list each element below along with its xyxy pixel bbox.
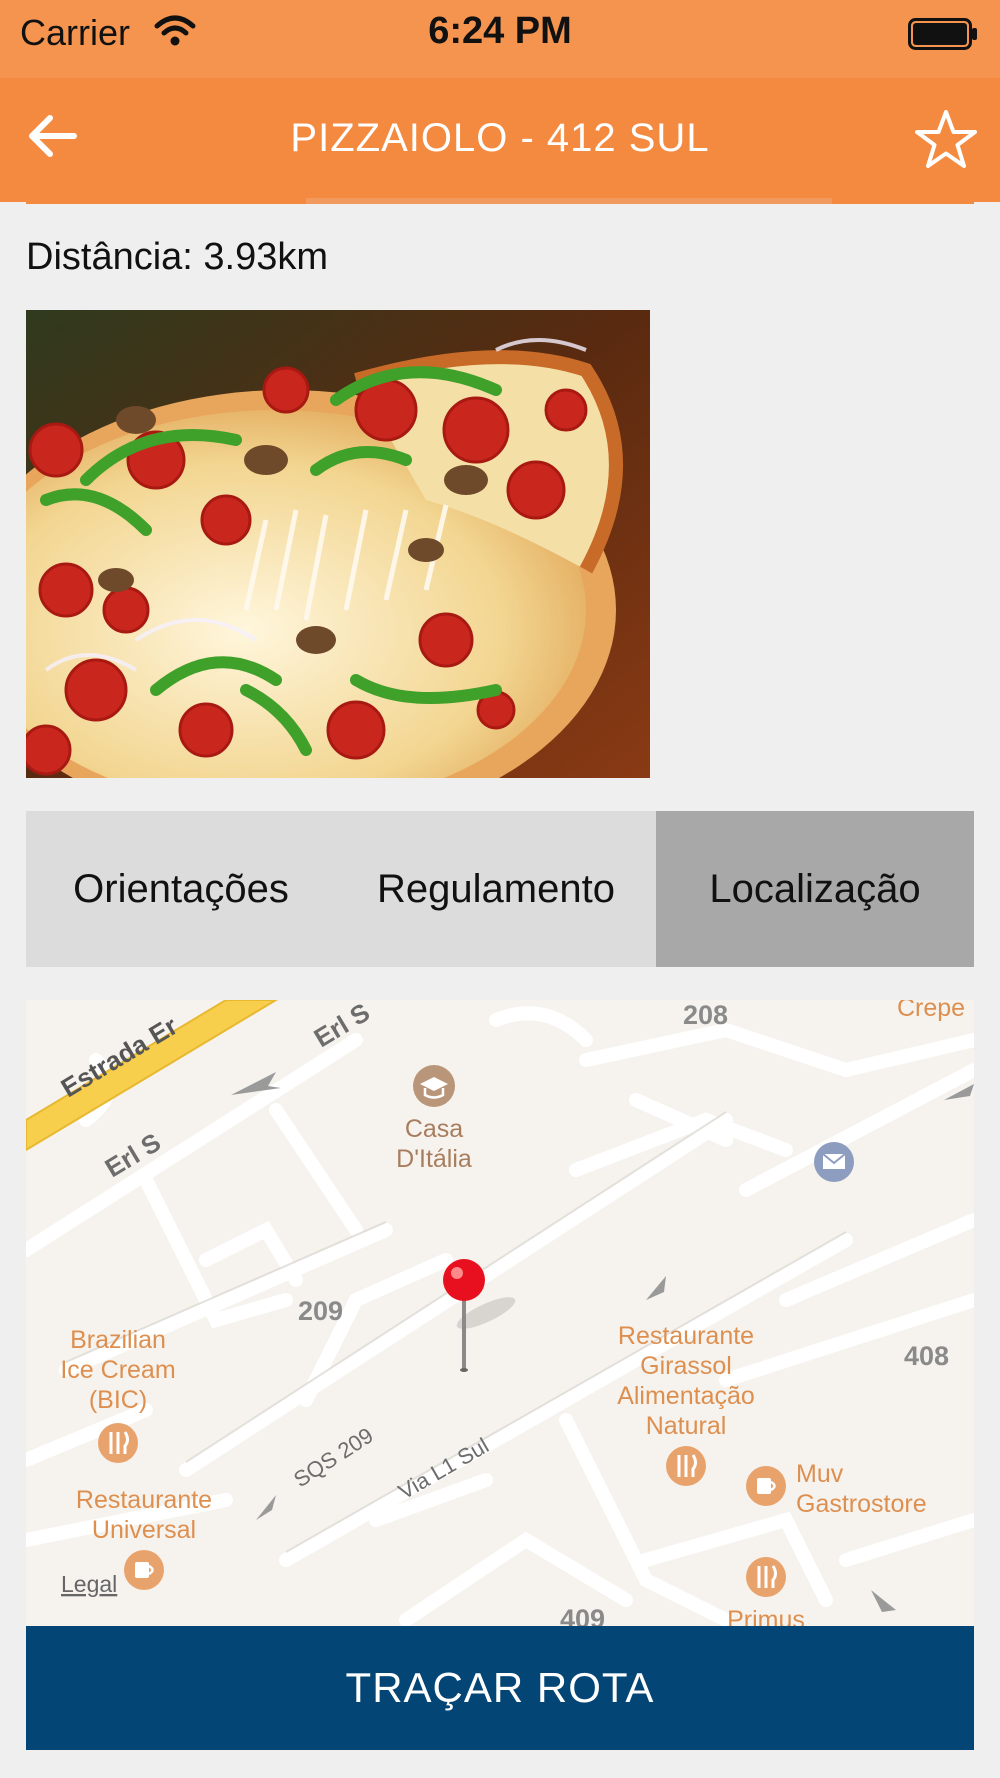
road-sqs-209: SQS 209 [289, 1423, 377, 1493]
mail-icon [814, 1142, 854, 1182]
poi-casa-line1: Casa [405, 1115, 463, 1143]
restaurant-icon [666, 1446, 706, 1486]
poi-girassol-line4: Natural [646, 1412, 727, 1440]
navigation-bar: PIZZAIOLO - 412 SUL [0, 78, 1000, 202]
poi-girassol-line1: Restaurante [618, 1322, 754, 1350]
tab-regulamento[interactable]: Regulamento [336, 811, 656, 967]
cafe-icon [124, 1550, 164, 1590]
location-pin-icon[interactable] [443, 1259, 519, 1372]
restaurant-icon [746, 1557, 786, 1597]
battery-icon [908, 18, 977, 50]
block-408: 408 [904, 1341, 949, 1371]
poi-primus: Primus [727, 1606, 805, 1626]
tab-orientacoes[interactable]: Orientações [26, 811, 336, 967]
navbar-tab-indicators [0, 198, 1000, 206]
poi-bic-line2: Ice Cream [60, 1356, 175, 1384]
poi-girassol-line3: Alimentação [617, 1382, 755, 1410]
block-208: 208 [683, 1000, 728, 1030]
page-title: PIZZAIOLO - 412 SUL [290, 116, 710, 160]
graduation-cap-icon [413, 1065, 455, 1107]
distance-label: Distância: 3.93km [26, 236, 329, 278]
cafe-icon [746, 1466, 786, 1506]
restaurant-icon [98, 1423, 138, 1463]
info-tabs: Orientações Regulamento Localização [26, 811, 974, 967]
poi-casa-line2: D'Itália [396, 1145, 472, 1173]
block-409: 409 [560, 1604, 605, 1626]
tab-localizacao[interactable]: Localização [656, 811, 974, 967]
map-legal-link[interactable]: Legal [61, 1571, 117, 1597]
poi-girassol-line2: Girassol [640, 1352, 732, 1380]
star-outline-icon[interactable] [914, 108, 978, 172]
status-time: 6:24 PM [428, 10, 572, 52]
status-bar: Carrier 6:24 PM [0, 0, 1000, 78]
poi-bic-line1: Brazilian [70, 1326, 166, 1354]
poi-muv-line2: Gastrostore [796, 1490, 927, 1518]
poi-bic-line3: (BIC) [89, 1386, 147, 1414]
location-map[interactable]: Estrada Er Erl S Erl S SQS 209 Via L1 Su… [26, 1000, 974, 1626]
restaurant-photo [26, 310, 650, 778]
poi-universal-line1: Restaurante [76, 1486, 212, 1514]
poi-crepe: Crepe [897, 1000, 965, 1022]
poi-muv-line1: Muv [796, 1460, 844, 1488]
poi-universal-line2: Universal [92, 1516, 196, 1544]
block-209: 209 [298, 1296, 343, 1326]
trace-route-button[interactable]: TRAÇAR ROTA [26, 1626, 974, 1750]
